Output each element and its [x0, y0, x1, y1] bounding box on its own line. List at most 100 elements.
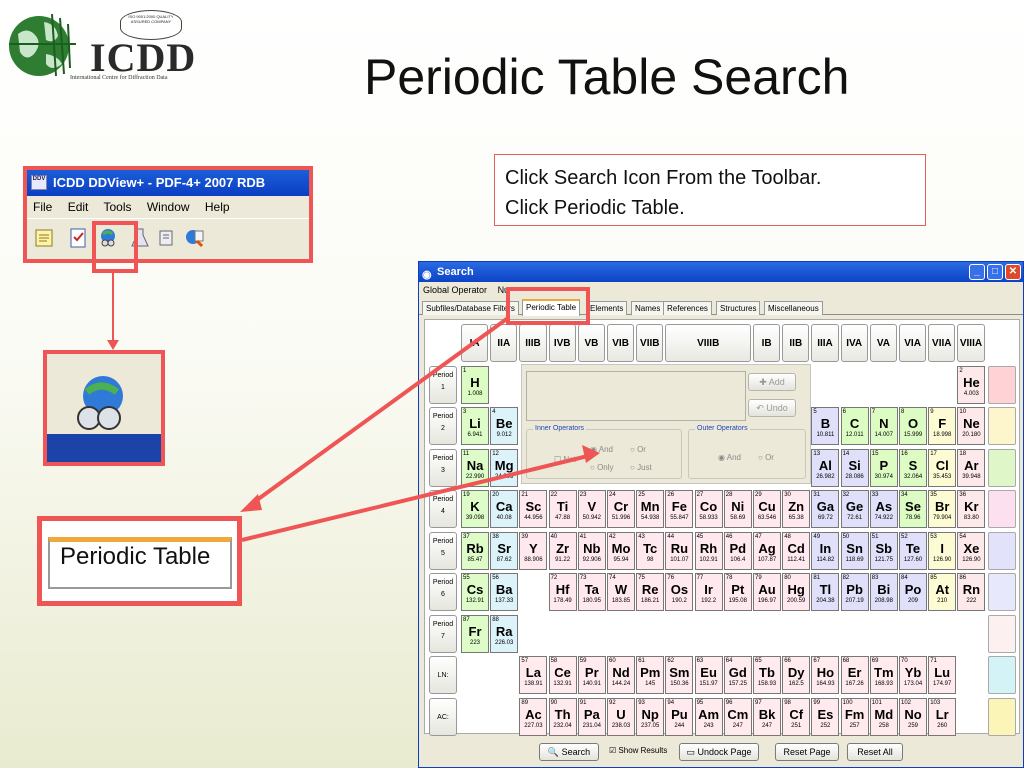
element-as[interactable]: 33 As 74.922: [869, 490, 898, 528]
element-br[interactable]: 35 Br 79.904: [928, 490, 957, 528]
group-header-viia[interactable]: VIIA: [928, 324, 956, 362]
element-nb[interactable]: 41 Nb 92.906: [577, 531, 606, 570]
element-cs[interactable]: 55 Cs 132.91: [461, 573, 489, 611]
element-no[interactable]: 102 No 259: [899, 697, 927, 736]
element-bi[interactable]: 83 Bi 208.98: [869, 573, 898, 611]
element-ta[interactable]: 73 Ta 180.95: [577, 573, 606, 611]
element-s[interactable]: 16 S 32.064: [899, 448, 927, 487]
element-pm[interactable]: 61 Pm 145: [636, 656, 665, 694]
element-am[interactable]: 95 Am 243: [694, 697, 723, 736]
category-swatch-4[interactable]: [988, 490, 1016, 528]
menu-edit[interactable]: Edit: [68, 200, 89, 214]
category-swatch-8[interactable]: [988, 656, 1016, 694]
element-lu[interactable]: 71 Lu 174.97: [928, 656, 957, 694]
element-eu[interactable]: 63 Eu 151.97: [694, 656, 723, 694]
period-3-button[interactable]: Period 3: [429, 448, 457, 487]
element-bk[interactable]: 97 Bk 247: [753, 697, 781, 736]
element-w[interactable]: 74 W 183.85: [607, 573, 635, 611]
group-header-va[interactable]: VA: [869, 324, 897, 362]
tab-elements[interactable]: Elements: [586, 301, 628, 315]
element-cd[interactable]: 48 Cd 112.41: [782, 531, 811, 570]
element-pu[interactable]: 94 Pu 244: [665, 697, 694, 736]
lanthanide-row-button[interactable]: LN:: [429, 656, 457, 694]
menu-file[interactable]: File: [33, 200, 52, 214]
element-pb[interactable]: 82 Pb 207.19: [840, 573, 869, 611]
element-in[interactable]: 49 In 114.82: [811, 531, 840, 570]
element-po[interactable]: 84 Po 209: [899, 573, 927, 611]
element-ce[interactable]: 58 Ce 132.91: [548, 656, 577, 694]
period-2-button[interactable]: Period 2: [429, 407, 457, 445]
element-kr[interactable]: 36 Kr 83.80: [957, 490, 986, 528]
group-header-iva[interactable]: IVA: [840, 324, 868, 362]
menu-help[interactable]: Help: [205, 200, 230, 214]
element-tm[interactable]: 69 Tm 168.93: [869, 656, 898, 694]
element-cr[interactable]: 24 Cr 51.996: [607, 490, 635, 528]
element-zn[interactable]: 30 Zn 65.38: [782, 490, 811, 528]
element-b[interactable]: 5 B 10.811: [811, 407, 840, 445]
element-o[interactable]: 8 O 15.999: [899, 407, 927, 445]
element-na[interactable]: 11 Na 22.990: [461, 448, 489, 487]
element-v[interactable]: 23 V 50.942: [577, 490, 606, 528]
category-swatch-2[interactable]: [988, 407, 1016, 445]
show-results-checkbox[interactable]: ☑ Show Results: [609, 746, 667, 755]
tab-miscellaneous[interactable]: Miscellaneous: [764, 301, 823, 315]
inner-and-radio[interactable]: ◉ And: [590, 445, 613, 454]
element-pt[interactable]: 78 Pt 195.08: [723, 573, 752, 611]
element-co[interactable]: 27 Co 58.933: [694, 490, 723, 528]
element-gd[interactable]: 64 Gd 157.25: [723, 656, 752, 694]
element-ho[interactable]: 67 Ho 164.93: [811, 656, 840, 694]
period-5-button[interactable]: Period 5: [429, 531, 457, 570]
menu-window[interactable]: Window: [147, 200, 190, 214]
checklist-icon[interactable]: [67, 227, 89, 249]
element-ge[interactable]: 32 Ge 72.61: [840, 490, 869, 528]
close-button[interactable]: ✕: [1005, 264, 1021, 280]
element-ac[interactable]: 89 Ac 227.03: [519, 697, 548, 736]
category-swatch-1[interactable]: [988, 365, 1016, 404]
element-fe[interactable]: 26 Fe 55.847: [665, 490, 694, 528]
scroll-icon[interactable]: [155, 227, 177, 249]
element-y[interactable]: 39 Y 88.906: [519, 531, 548, 570]
element-ar[interactable]: 18 Ar 39.948: [957, 448, 986, 487]
period-1-button[interactable]: Period 1: [429, 365, 457, 404]
tab-names[interactable]: Names: [631, 301, 665, 315]
element-yb[interactable]: 70 Yb 173.04: [899, 656, 927, 694]
element-os[interactable]: 76 Os 190.2: [665, 573, 694, 611]
group-header-vib[interactable]: VIB: [607, 324, 635, 362]
search-button[interactable]: 🔍 Search: [539, 743, 599, 761]
just-radio[interactable]: ○ Just: [630, 463, 652, 472]
element-ru[interactable]: 44 Ru 101.07: [665, 531, 694, 570]
element-se[interactable]: 34 Se 78.96: [899, 490, 927, 528]
undo-button[interactable]: ↶ Undo: [748, 399, 796, 417]
element-md[interactable]: 101 Md 258: [869, 697, 898, 736]
group-header-via[interactable]: VIA: [899, 324, 927, 362]
group-header-iiib[interactable]: IIIB: [519, 324, 547, 362]
tab-subfiles[interactable]: Subfiles/Database Filters: [422, 301, 519, 315]
category-swatch-6[interactable]: [988, 573, 1016, 611]
element-mn[interactable]: 25 Mn 54.938: [636, 490, 665, 528]
category-swatch-7[interactable]: [988, 614, 1016, 653]
group-header-vb[interactable]: VB: [577, 324, 605, 362]
element-er[interactable]: 68 Er 167.26: [840, 656, 869, 694]
element-k[interactable]: 19 K 39.098: [461, 490, 489, 528]
element-tl[interactable]: 81 Tl 204.38: [811, 573, 840, 611]
element-ra[interactable]: 88 Ra 226.03: [490, 614, 519, 653]
element-n[interactable]: 7 N 14.007: [869, 407, 898, 445]
element-ba[interactable]: 56 Ba 137.33: [490, 573, 519, 611]
outer-or-radio[interactable]: ○ Or: [758, 453, 774, 462]
element-at[interactable]: 85 At 210: [928, 573, 957, 611]
element-la[interactable]: 57 La 138.91: [519, 656, 548, 694]
minimize-button[interactable]: _: [969, 264, 985, 280]
element-mg[interactable]: 12 Mg 24.305: [490, 448, 519, 487]
element-ir[interactable]: 77 Ir 192.2: [694, 573, 723, 611]
element-cu[interactable]: 29 Cu 63.546: [753, 490, 781, 528]
tab-structures[interactable]: Structures: [716, 301, 761, 315]
element-te[interactable]: 52 Te 127.60: [899, 531, 927, 570]
element-pa[interactable]: 91 Pa 231.04: [577, 697, 606, 736]
element-re[interactable]: 75 Re 186.21: [636, 573, 665, 611]
group-header-iib[interactable]: IIB: [782, 324, 810, 362]
element-es[interactable]: 99 Es 252: [811, 697, 840, 736]
element-fr[interactable]: 87 Fr 223: [461, 614, 489, 653]
period-4-button[interactable]: Period 4: [429, 490, 457, 528]
period-6-button[interactable]: Period 6: [429, 573, 457, 611]
group-header-iiia[interactable]: IIIA: [811, 324, 839, 362]
